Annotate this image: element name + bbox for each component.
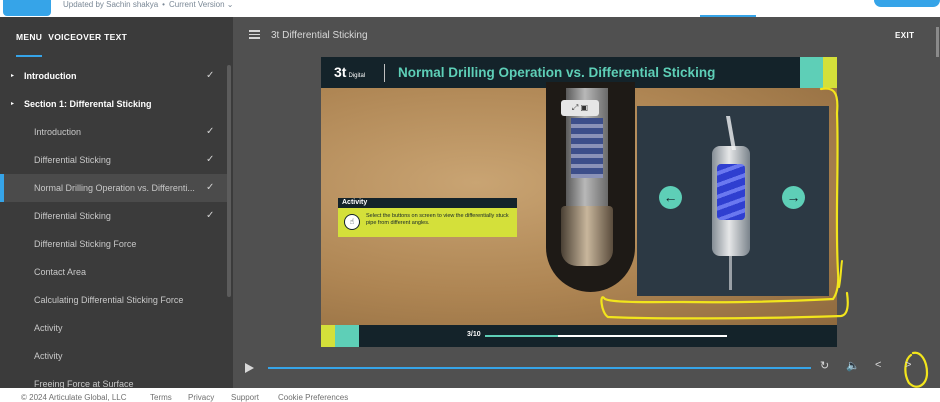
footer-link-cookie-preferences[interactable]: Cookie Preferences [278, 393, 348, 402]
previous-slide-icon[interactable]: < [875, 359, 881, 371]
version-dropdown[interactable]: Current Version [169, 0, 225, 9]
footer-link-terms[interactable]: Terms [150, 393, 172, 402]
chevron-down-icon[interactable]: ⌄ [225, 0, 234, 9]
next-slide-icon[interactable]: > [905, 359, 911, 371]
sidebar-item-label: Contact Area [34, 267, 87, 277]
sidebar-item[interactable]: Differential Sticking ✓ [0, 202, 228, 230]
sidebar-item-label: Activity [34, 351, 63, 361]
annotation-bracket-stroke [838, 260, 843, 288]
separator-dot: • [162, 0, 165, 9]
sidebar-item[interactable]: Introduction ✓ [0, 118, 228, 146]
checkmark-icon: ✓ [206, 182, 215, 193]
volume-icon[interactable]: 🔈 [846, 359, 860, 372]
page-footer: © 2024 Articulate Global, LLC Terms Priv… [0, 388, 940, 402]
sidebar-item[interactable]: Differential Sticking ✓ [0, 146, 228, 174]
sidebar-item-label: Activity [34, 323, 63, 333]
page: Updated by Sachin shakya • Current Version… [0, 0, 940, 402]
timeline-seek-bar[interactable] [268, 367, 811, 369]
sidebar-item-label: Introduction [34, 127, 82, 137]
sidebar-item[interactable]: Freeing Force at Surface [0, 370, 228, 388]
top-right-button[interactable] [874, 0, 940, 7]
checkmark-icon: ✓ [206, 210, 215, 221]
version-info: Updated by Sachin shakya • Current Version… [63, 0, 234, 9]
checkmark-icon: ✓ [206, 154, 215, 165]
sidebar-item[interactable]: Normal Drilling Operation vs. Differenti… [0, 174, 228, 202]
active-tab-indicator [16, 55, 42, 57]
sidebar-item[interactable]: Contact Area [0, 258, 228, 286]
sidebar-item[interactable]: Activity [0, 314, 228, 342]
sidebar-tabs: MENU VOICEOVER TEXT [16, 32, 133, 42]
updated-by: Updated by Sachin shakya [63, 0, 159, 9]
annotation-vertical-stroke [600, 87, 849, 320]
checkmark-icon: ✓ [206, 70, 215, 81]
replay-icon[interactable]: ↻ [820, 359, 829, 372]
footer-link-support[interactable]: Support [231, 393, 259, 402]
sidebar-item-label: Differential Sticking [34, 211, 111, 221]
caret-icon[interactable]: ▸ [11, 62, 14, 90]
sidebar-item-label: Differential Sticking [34, 155, 111, 165]
course-sidebar: MENU VOICEOVER TEXT ▸ Introduction ✓ ▸ Sectio… [0, 17, 233, 388]
sidebar-item[interactable]: Activity [0, 342, 228, 370]
sidebar-item[interactable]: ▸ Section 1: Differental Sticking [0, 90, 228, 118]
player-area: 3t Differential Sticking EXIT 3t Digital … [233, 17, 940, 388]
sidebar-item[interactable]: Differential Sticking Force [0, 230, 228, 258]
tab-voiceover-text[interactable]: VOICEOVER TEXT [48, 32, 127, 42]
sidebar-item[interactable]: Calculating Differential Sticking Force [0, 286, 228, 314]
sidebar-item-label: Introduction [24, 71, 77, 81]
play-icon[interactable] [245, 363, 254, 373]
checkmark-icon: ✓ [206, 126, 215, 137]
annotation-marks [600, 87, 929, 388]
sidebar-item[interactable]: ▸ Introduction ✓ [0, 62, 228, 90]
top-left-button[interactable] [3, 0, 51, 16]
sidebar-scrollbar[interactable] [227, 65, 231, 297]
sidebar-item-label: Freeing Force at Surface [34, 379, 134, 388]
copyright: © 2024 Articulate Global, LLC [21, 393, 127, 402]
footer-link-privacy[interactable]: Privacy [188, 393, 214, 402]
sidebar-item-label: Normal Drilling Operation vs. Differenti… [34, 183, 195, 193]
top-bar: Updated by Sachin shakya • Current Version… [0, 0, 940, 17]
sidebar-item-label: Differential Sticking Force [34, 239, 137, 249]
sidebar-item-label: Section 1: Differental Sticking [24, 99, 152, 109]
sidebar-item-label: Calculating Differential Sticking Force [34, 295, 184, 305]
tab-menu[interactable]: MENU [16, 32, 42, 42]
caret-icon[interactable]: ▸ [11, 90, 14, 118]
